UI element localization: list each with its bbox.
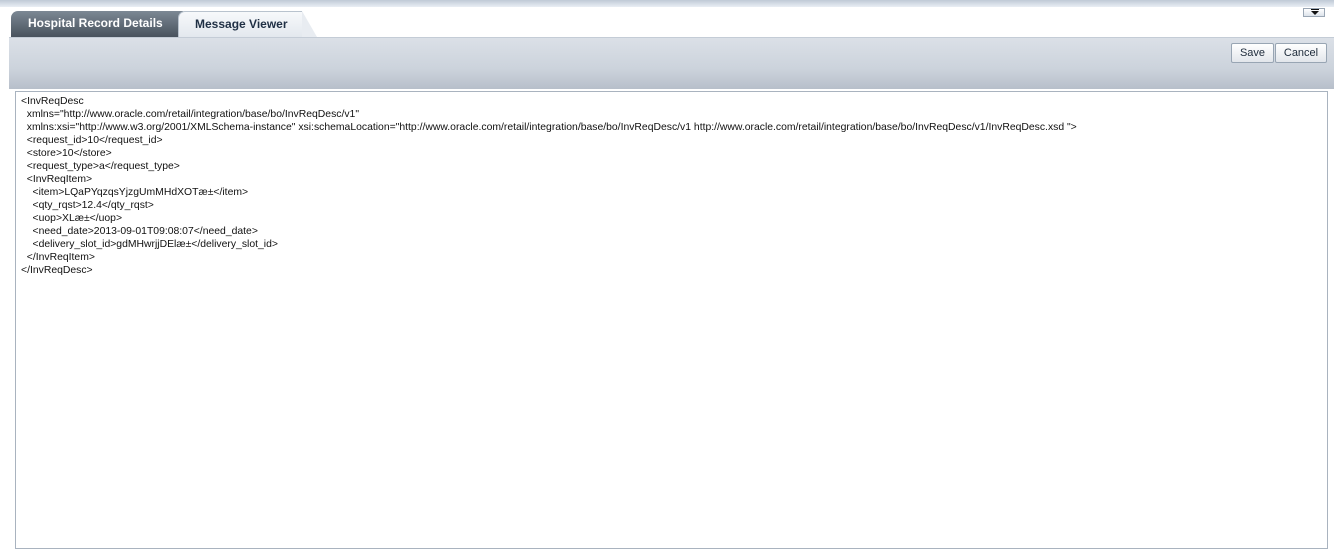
window-top-strip — [0, 0, 1334, 7]
xml-line: <qty_rqst>12.4</qty_rqst> — [21, 200, 154, 211]
chevron-down-icon — [1311, 9, 1319, 15]
tab-label: Message Viewer — [195, 17, 288, 31]
xml-line: <InvReqItem> — [21, 174, 93, 185]
xml-line: <need_date>2013-09-01T09:08:07</need_dat… — [21, 226, 258, 237]
tab-label: Hospital Record Details — [28, 16, 163, 30]
xml-line: <request_type>a</request_type> — [21, 161, 180, 172]
xml-line: <item>LQaPYqzqsYjzgUmMHdXOTæ±</item> — [21, 187, 249, 198]
xml-line: <store>10</store> — [21, 148, 112, 159]
xml-line: <delivery_slot_id>gdMHwrjjDElæ±</deliver… — [21, 239, 278, 250]
xml-line: <uop>XLæ±</uop> — [21, 213, 123, 224]
xml-line: </InvReqDesc> — [21, 265, 93, 276]
xml-line: <InvReqDesc — [21, 96, 84, 107]
xml-line: xmlns="http://www.oracle.com/retail/inte… — [21, 109, 360, 120]
xml-line: <request_id>10</request_id> — [21, 135, 163, 146]
message-text-area[interactable]: <InvReqDesc xmlns="http://www.oracle.com… — [15, 91, 1328, 549]
save-button[interactable]: Save — [1231, 43, 1274, 63]
xml-line: </InvReqItem> — [21, 252, 95, 263]
cancel-button[interactable]: Cancel — [1275, 43, 1327, 63]
tab-message-viewer[interactable]: Message Viewer — [178, 11, 317, 37]
tab-overflow-button[interactable] — [1303, 8, 1325, 17]
xml-line: xmlns:xsi="http://www.w3.org/2001/XMLSch… — [21, 122, 1077, 133]
tab-hospital-record-details[interactable]: Hospital Record Details — [11, 11, 195, 37]
toolbar: Save Cancel — [9, 37, 1334, 89]
